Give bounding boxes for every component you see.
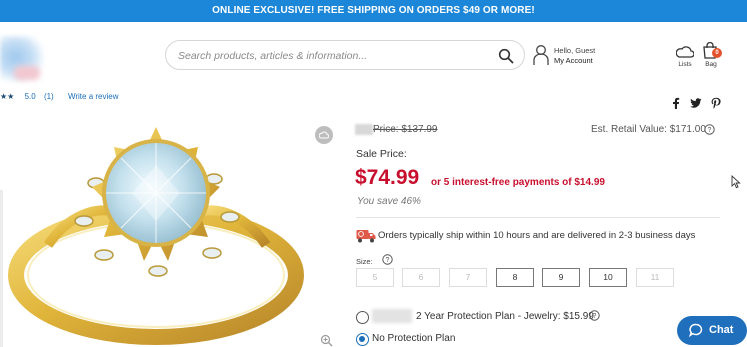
size-info-icon[interactable]: ? (382, 254, 393, 265)
product-rating: ★★ 5.0 (1) Write a review (0, 92, 118, 104)
search-icon[interactable] (498, 48, 514, 64)
size-option: 7 (449, 268, 487, 287)
bag-count-badge: 0 (712, 48, 722, 58)
shipping-truck-icon (356, 230, 376, 243)
shipping-message: Orders typically ship within 10 hours an… (378, 230, 696, 241)
installment-offer[interactable]: or 5 interest-free payments of $14.99 (431, 177, 605, 188)
search-bar[interactable] (165, 40, 525, 70)
plan-info-icon[interactable]: ? (589, 310, 600, 321)
lists-label: Lists (678, 61, 692, 68)
retail-value: Est. Retail Value: $171.00 (591, 124, 706, 135)
size-option: 6 (402, 268, 440, 287)
no-protection-radio[interactable] (356, 333, 369, 346)
svg-text:?: ? (593, 313, 597, 320)
sale-price: $74.99 (355, 166, 420, 189)
wishlist-icon[interactable] (315, 126, 333, 144)
original-price: Price: $137.99 (373, 124, 438, 135)
no-protection-label: No Protection Plan (372, 333, 456, 344)
rating-stars: ★★ (0, 92, 15, 101)
divider (356, 217, 720, 218)
bag-label: Bag (705, 61, 717, 68)
info-icon[interactable]: ? (704, 124, 715, 135)
search-input[interactable] (178, 47, 488, 64)
rating-score: 5.0 (24, 92, 36, 101)
svg-text:?: ? (386, 257, 390, 264)
size-option: 11 (636, 268, 674, 287)
size-label: Size: (356, 257, 373, 266)
mouse-cursor-icon (731, 175, 741, 189)
promo-banner[interactable]: ONLINE EXCLUSIVE! FREE SHIPPING ON ORDER… (0, 0, 747, 22)
pinterest-icon[interactable] (710, 97, 722, 109)
chat-label: Chat (709, 324, 734, 336)
rating-count[interactable]: (1) (44, 92, 54, 101)
size-option[interactable]: 8 (496, 268, 534, 287)
protection-plan-radio[interactable] (356, 311, 369, 324)
svg-text:?: ? (708, 127, 712, 134)
cloud-icon (319, 131, 329, 139)
sale-price-label: Sale Price: (356, 148, 407, 160)
product-image[interactable] (8, 125, 308, 347)
brand-redacted (355, 124, 373, 135)
account-greeting: Hello, Guest (554, 46, 596, 55)
size-option: 5 (356, 268, 394, 287)
size-option[interactable]: 10 (589, 268, 627, 287)
savings-text: You save 46% (357, 196, 421, 207)
lists-icon (676, 46, 694, 58)
facebook-icon[interactable] (670, 97, 682, 109)
user-icon (533, 45, 549, 65)
image-edge (0, 190, 3, 347)
account-label: My Account (554, 56, 593, 65)
size-option[interactable]: 9 (542, 268, 580, 287)
write-review-link[interactable]: Write a review (68, 92, 119, 101)
plan-brand-redacted (372, 309, 412, 323)
protection-plan-label: 2 Year Protection Plan - Jewelry: $15.99 (416, 311, 594, 322)
zoom-icon[interactable] (320, 334, 333, 347)
my-account-link[interactable]: Hello, Guest My Account (533, 44, 603, 68)
bag-link[interactable]: 0 Bag (700, 40, 722, 70)
chat-button[interactable]: Chat (677, 316, 747, 345)
twitter-icon[interactable] (690, 97, 702, 109)
lists-link[interactable]: Lists (674, 42, 696, 70)
chat-bubble-icon (689, 323, 703, 337)
site-logo-accent (14, 66, 40, 80)
